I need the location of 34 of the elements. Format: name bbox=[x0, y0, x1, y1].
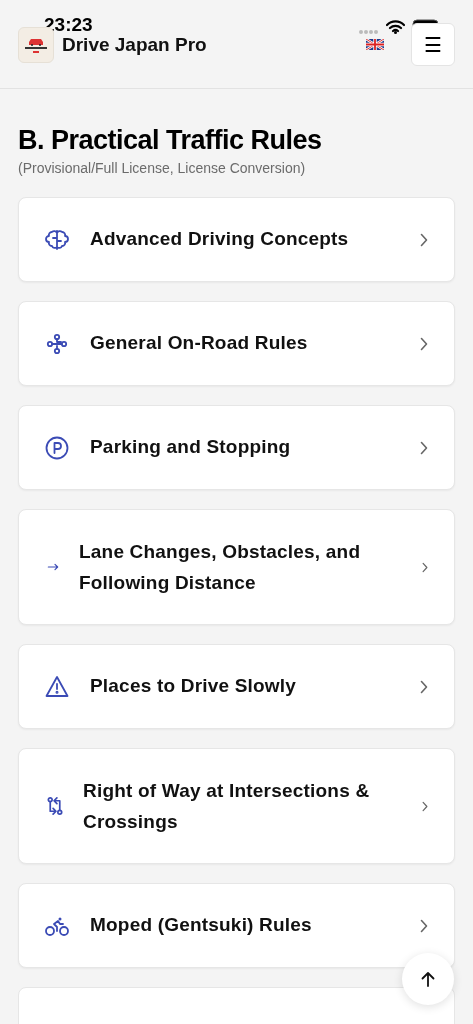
uk-flag-icon bbox=[366, 39, 384, 50]
topic-title: Parking and Stopping bbox=[90, 435, 292, 460]
topic-title: Places to Drive Slowly bbox=[90, 674, 298, 699]
topic-title: Lane Changes, Obstacles, and Following Distance bbox=[79, 540, 362, 595]
chevron-right-icon bbox=[420, 440, 428, 455]
chevron-right-icon bbox=[420, 918, 428, 933]
topic-title: General On-Road Rules bbox=[90, 331, 309, 356]
arrow-up-icon bbox=[421, 971, 435, 987]
swap-arrows-icon bbox=[45, 796, 65, 816]
wifi-icon bbox=[386, 20, 405, 34]
topic-card[interactable]: Moped (Gentsuki) Rules bbox=[18, 883, 455, 968]
topic-card[interactable]: General On-Road Rules bbox=[18, 301, 455, 386]
topic-title: Moped (Gentsuki) Rules bbox=[90, 913, 313, 938]
signal-icon bbox=[358, 29, 380, 35]
topic-card[interactable]: Right of Way at Intersections & Crossings bbox=[18, 748, 455, 864]
brain-icon bbox=[45, 227, 69, 252]
section-title: B. Practical Traffic Rules bbox=[18, 124, 323, 157]
app-title: Drive Japan Pro bbox=[62, 33, 207, 58]
chevron-right-icon bbox=[420, 336, 428, 351]
section-subtitle: (Provisional/Full License, License Conversion) bbox=[18, 159, 307, 178]
chevron-right-icon bbox=[422, 561, 428, 573]
chevron-right-icon bbox=[420, 232, 428, 247]
chevron-right-icon bbox=[422, 800, 428, 812]
menu-button[interactable]: ☰ bbox=[411, 23, 455, 66]
topic-card[interactable]: Lane Changes, Obstacles, and Following Distance bbox=[18, 509, 455, 625]
topic-title: Advanced Driving Concepts bbox=[90, 227, 350, 252]
topic-title: Right of Way at Intersections & Crossings bbox=[83, 779, 371, 834]
topic-card[interactable]: Advanced Driving Concepts bbox=[18, 197, 455, 282]
topic-card[interactable]: Parking and Stopping bbox=[18, 405, 455, 490]
chevron-right-icon bbox=[420, 679, 428, 694]
parking-icon bbox=[45, 435, 69, 460]
warning-icon bbox=[45, 674, 69, 699]
topic-card[interactable]: Places to Drive Slowly bbox=[18, 644, 455, 729]
route-icon bbox=[45, 331, 69, 356]
